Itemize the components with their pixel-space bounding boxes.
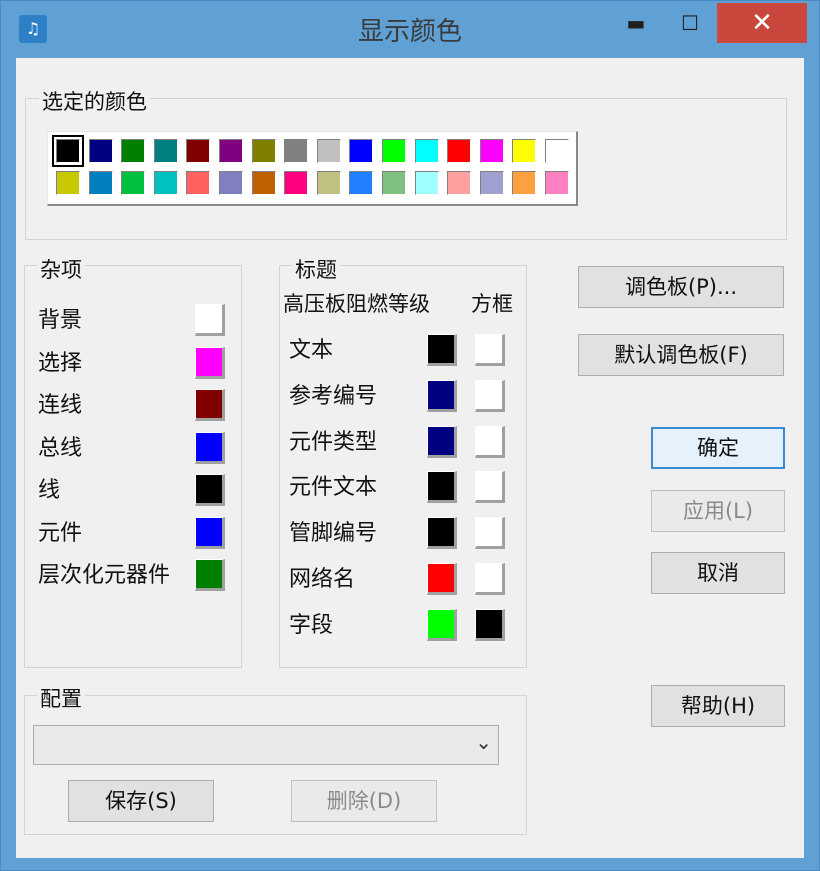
palette-swatch[interactable] xyxy=(153,139,178,163)
palette-swatch[interactable] xyxy=(479,139,504,163)
palette-swatch[interactable] xyxy=(349,139,374,163)
misc-item-label: 背景 xyxy=(38,308,83,333)
misc-item-label: 层次化元器件 xyxy=(38,563,171,588)
misc-color-box[interactable] xyxy=(195,474,225,506)
title-color-box[interactable] xyxy=(427,334,457,366)
delete-button[interactable]: 删除(D) xyxy=(291,780,437,822)
misc-color-box[interactable] xyxy=(195,516,225,549)
misc-color-box[interactable] xyxy=(195,431,225,464)
title-item-label: 字段 xyxy=(289,612,334,638)
palette-swatch[interactable] xyxy=(316,171,341,195)
palette-swatch[interactable] xyxy=(545,139,569,163)
misc-item-label: 元件 xyxy=(38,520,83,546)
titles-label: 标题 xyxy=(292,254,340,284)
title-color-box[interactable] xyxy=(427,425,457,458)
title-box-color[interactable] xyxy=(475,608,505,641)
misc-color-box[interactable] xyxy=(195,559,225,591)
apply-button[interactable]: 应用(L) xyxy=(651,490,785,532)
palette-swatch[interactable] xyxy=(88,171,113,195)
palette-swatch[interactable] xyxy=(284,139,309,163)
palette-swatch[interactable] xyxy=(284,171,309,195)
title-box-color[interactable] xyxy=(475,517,505,550)
palette-swatch[interactable] xyxy=(512,139,537,163)
title-color-box[interactable] xyxy=(427,608,457,641)
dialog-window: ♫ 显示颜色 ▬ ☐ ✕ 选定的颜色 杂项 背景选择连线总线线元件层次化元器件 … xyxy=(0,0,820,871)
selected-colors-label: 选定的颜色 xyxy=(39,86,150,116)
close-button[interactable]: ✕ xyxy=(717,3,807,43)
title-item-label: 管脚编号 xyxy=(289,521,378,547)
palette-button[interactable]: 调色板(P)... xyxy=(578,266,784,308)
title-color-box[interactable] xyxy=(427,563,457,595)
minimize-button[interactable]: ▬ xyxy=(611,3,661,43)
cancel-button[interactable]: 取消 xyxy=(651,552,785,594)
palette-swatch[interactable] xyxy=(88,139,113,163)
header-box: 方框 xyxy=(471,292,513,316)
help-button[interactable]: 帮助(H) xyxy=(651,685,785,727)
palette-swatch[interactable] xyxy=(447,171,472,195)
misc-color-box[interactable] xyxy=(195,346,225,379)
palette-swatch[interactable] xyxy=(349,171,374,195)
palette-swatch[interactable] xyxy=(479,171,504,195)
palette-swatch[interactable] xyxy=(56,171,80,195)
misc-color-box[interactable] xyxy=(195,304,225,336)
palette-swatch[interactable] xyxy=(414,139,439,163)
title-box-color[interactable] xyxy=(475,425,505,458)
title-box-color[interactable] xyxy=(475,334,505,366)
palette-swatch[interactable] xyxy=(545,171,569,195)
palette-swatch[interactable] xyxy=(316,139,341,163)
dialog-client: 选定的颜色 杂项 背景选择连线总线线元件层次化元器件 标题 高压板阻燃等级 方框… xyxy=(16,58,804,858)
palette-swatch[interactable] xyxy=(186,139,211,163)
title-bar[interactable]: ♫ 显示颜色 ▬ ☐ ✕ xyxy=(1,1,819,57)
title-color-box[interactable] xyxy=(427,517,457,550)
palette-swatch[interactable] xyxy=(219,139,243,163)
title-item-label: 文本 xyxy=(289,338,334,363)
palette-swatch[interactable] xyxy=(52,135,84,167)
title-item-label: 元件类型 xyxy=(289,429,378,455)
palette-swatch[interactable] xyxy=(382,139,406,163)
header-flame-rating: 高压板阻燃等级 xyxy=(283,292,430,316)
default-palette-button[interactable]: 默认调色板(F) xyxy=(578,334,784,376)
misc-label: 杂项 xyxy=(37,254,85,284)
title-item-label: 参考编号 xyxy=(289,383,378,409)
title-item-label: 元件文本 xyxy=(289,475,378,501)
palette-swatch[interactable] xyxy=(251,171,276,195)
ok-button[interactable]: 确定 xyxy=(651,427,785,469)
misc-item-label: 总线 xyxy=(38,435,83,461)
palette-swatch[interactable] xyxy=(121,139,146,163)
title-box-color[interactable] xyxy=(475,379,505,412)
color-palette xyxy=(47,131,578,206)
config-select[interactable]: ⌄ xyxy=(33,725,499,765)
misc-item-label: 选择 xyxy=(38,350,83,376)
chevron-down-icon[interactable]: ⌄ xyxy=(475,730,492,754)
title-box-color[interactable] xyxy=(475,471,505,504)
title-item-label: 网络名 xyxy=(289,567,356,592)
palette-swatch[interactable] xyxy=(512,171,537,195)
palette-swatch[interactable] xyxy=(447,139,472,163)
title-color-box[interactable] xyxy=(427,471,457,504)
palette-swatch[interactable] xyxy=(414,171,439,195)
palette-swatch[interactable] xyxy=(186,171,211,195)
palette-swatch[interactable] xyxy=(251,139,276,163)
save-button[interactable]: 保存(S) xyxy=(68,780,214,822)
config-label: 配置 xyxy=(37,683,85,713)
misc-color-box[interactable] xyxy=(195,389,225,421)
palette-swatch[interactable] xyxy=(219,171,243,195)
title-box-color[interactable] xyxy=(475,563,505,595)
title-color-box[interactable] xyxy=(427,379,457,412)
misc-item-label: 线 xyxy=(38,478,61,503)
misc-item-label: 连线 xyxy=(38,393,83,418)
palette-swatch[interactable] xyxy=(121,171,146,195)
maximize-button[interactable]: ☐ xyxy=(665,3,715,43)
palette-swatch[interactable] xyxy=(153,171,178,195)
palette-swatch[interactable] xyxy=(382,171,406,195)
